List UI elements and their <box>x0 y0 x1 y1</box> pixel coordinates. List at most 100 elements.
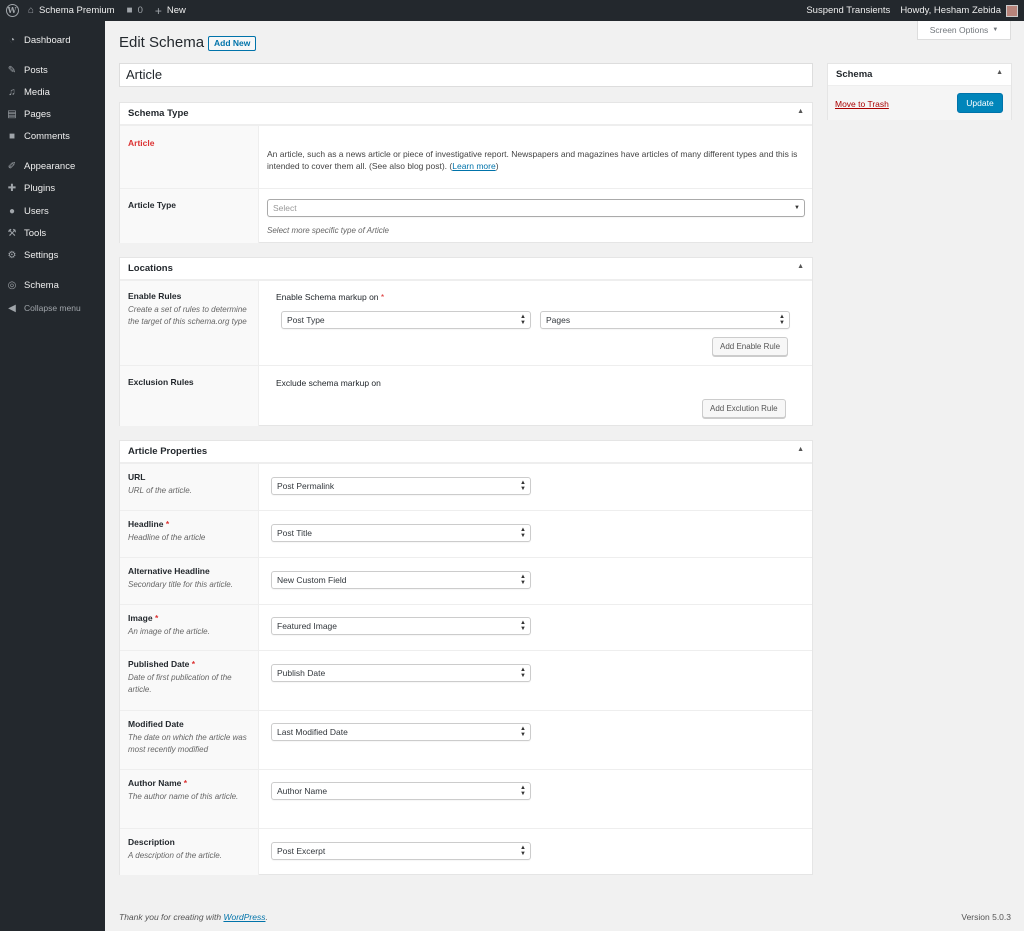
comments-count: 0 <box>137 5 143 16</box>
pages-icon: ▤ <box>7 108 17 120</box>
schema-type-box: Schema Type ▲ Article An article, such a… <box>119 102 813 243</box>
property-select-author-name[interactable]: Author Name ▲ ▼ <box>271 782 531 800</box>
post-title-input[interactable]: Article <box>119 63 813 87</box>
add-new-button[interactable]: Add New <box>208 36 257 51</box>
article-properties-header[interactable]: Article Properties ▲ <box>120 441 812 463</box>
pin-icon: ✎ <box>7 64 17 76</box>
sidebar-item-pages[interactable]: ▤ Pages <box>0 104 105 124</box>
locations-header[interactable]: Locations ▲ <box>120 258 812 280</box>
sidebar-item-dashboard[interactable]: ◔ Dashboard <box>0 30 105 50</box>
article-type-select[interactable]: Select ▼ <box>267 199 805 217</box>
select-arrows-icon: ▲ ▼ <box>520 845 526 857</box>
sidebar-item-schema[interactable]: ◎ Schema <box>0 275 105 295</box>
collapse-menu-button[interactable]: ◀ Collapse menu <box>0 298 105 318</box>
schema-type-description: An article, such as a news article or pi… <box>267 149 798 171</box>
plug-icon: ✚ <box>7 182 17 194</box>
suspend-transients-link[interactable]: Suspend Transients <box>806 0 890 21</box>
property-select-url[interactable]: Post Permalink ▲ ▼ <box>271 477 531 495</box>
property-description: A description of the article. <box>128 851 222 860</box>
property-label-text: Alternative Headline <box>128 566 210 576</box>
sidebar-item-comments[interactable]: ■ Comments <box>0 126 105 146</box>
rule-param-value: Post Type <box>287 315 325 325</box>
select-arrows-icon: ▲ ▼ <box>520 726 526 738</box>
required-asterisk: * <box>154 613 159 623</box>
label-column: URL URL of the article. <box>120 464 259 510</box>
property-label-text: Description <box>128 837 175 847</box>
sidebar-item-label: Media <box>24 86 50 98</box>
select-arrows-icon: ▲ ▼ <box>520 574 526 586</box>
my-account-link[interactable]: Howdy, Hesham Zebida <box>900 0 1024 21</box>
required-asterisk: * <box>380 292 385 302</box>
screen-options-button[interactable]: Screen Options ▼ <box>917 21 1011 40</box>
property-select-headline[interactable]: Post Title ▲ ▼ <box>271 524 531 542</box>
content-column: Post Excerpt ▲ ▼ <box>259 829 812 875</box>
property-description: The author name of this article. <box>128 792 239 801</box>
sidebar-item-label: Plugins <box>24 182 56 194</box>
property-select-modified-date[interactable]: Last Modified Date ▲ ▼ <box>271 723 531 741</box>
content-column: Featured Image ▲ ▼ <box>259 605 812 650</box>
property-select-published-date[interactable]: Publish Date ▲ ▼ <box>271 664 531 682</box>
site-name-label: Schema Premium <box>39 5 115 16</box>
comments-link[interactable]: ■ 0 <box>127 0 143 21</box>
label-column: Alternative Headline Secondary title for… <box>120 558 259 604</box>
enable-rules-row: Enable Rules Create a set of rules to de… <box>120 280 812 365</box>
learn-more-link[interactable]: Learn more <box>452 161 495 171</box>
content-column: Post Title ▲ ▼ <box>259 511 812 557</box>
box-title: Article Properties <box>128 446 208 457</box>
property-select-value: Last Modified Date <box>277 727 348 737</box>
sidebar-item-plugins[interactable]: ✚ Plugins <box>0 178 105 198</box>
property-description: Date of first publication of the article… <box>128 673 232 694</box>
property-select-value: Post Permalink <box>277 481 335 491</box>
content-column: Enable Schema markup on * Post Type ▲ ▼ P… <box>259 281 812 365</box>
rule-param-select[interactable]: Post Type ▲ ▼ <box>281 311 531 329</box>
sidebar-item-settings[interactable]: ⚙ Settings <box>0 245 105 265</box>
publish-box: Schema ▲ Move to Trash Update <box>827 63 1012 120</box>
required-asterisk: * <box>165 519 170 529</box>
sidebar-item-label: Pages <box>24 108 51 120</box>
enable-heading-text: Enable Schema markup on <box>276 292 379 302</box>
update-button[interactable]: Update <box>957 93 1003 113</box>
page-title: Edit Schema <box>119 34 205 51</box>
select-arrows-icon: ▲ ▼ <box>520 667 526 679</box>
wordpress-link[interactable]: WordPress <box>223 912 265 922</box>
content-column: Exclude schema markup on Add Exclution R… <box>259 366 812 426</box>
content-column: Last Modified Date ▲ ▼ <box>259 711 812 769</box>
new-content-link[interactable]: + New <box>155 0 186 21</box>
collapse-toggle-icon[interactable]: ▲ <box>797 263 804 270</box>
publish-box-header[interactable]: Schema ▲ <box>828 64 1011 86</box>
wordpress-logo-icon[interactable]: W <box>0 0 24 21</box>
required-asterisk: * <box>183 778 188 788</box>
sidebar-item-users[interactable]: ● Users <box>0 201 105 221</box>
content-column: Publish Date ▲ ▼ <box>259 651 812 710</box>
sidebar-item-media[interactable]: ♫ Media <box>0 82 105 102</box>
property-row-url: URL URL of the article. Post Permalink ▲… <box>120 463 812 510</box>
property-select-value: Featured Image <box>277 621 338 631</box>
property-select-alternative-headline[interactable]: New Custom Field ▲ ▼ <box>271 571 531 589</box>
admin-bar: W ⌂ Schema Premium ■ 0 + New Suspend Tra… <box>0 0 1024 21</box>
sidebar-item-appearance[interactable]: ✐ Appearance <box>0 156 105 176</box>
schema-type-header[interactable]: Schema Type ▲ <box>120 103 812 125</box>
rule-value-select[interactable]: Pages ▲ ▼ <box>540 311 790 329</box>
footer-thanks-text: Thank you for creating with <box>119 912 222 922</box>
move-to-trash-link[interactable]: Move to Trash <box>835 99 889 109</box>
property-label-text: URL <box>128 472 146 482</box>
content-column: New Custom Field ▲ ▼ <box>259 558 812 604</box>
collapse-toggle-icon[interactable]: ▲ <box>996 69 1003 76</box>
property-select-description[interactable]: Post Excerpt ▲ ▼ <box>271 842 531 860</box>
site-name-link[interactable]: ⌂ Schema Premium <box>28 0 115 21</box>
enable-rules-description: Create a set of rules to determine the t… <box>128 305 247 326</box>
collapse-toggle-icon[interactable]: ▲ <box>797 108 804 115</box>
select-arrows-icon: ▲ ▼ <box>520 480 526 492</box>
wrench-icon: ⚒ <box>7 227 17 239</box>
exclusion-heading: Exclude schema markup on <box>276 378 381 388</box>
exclusion-rules-label: Exclusion Rules <box>128 377 194 387</box>
sidebar-item-tools[interactable]: ⚒ Tools <box>0 223 105 243</box>
label-column: Article Type <box>120 189 259 243</box>
sidebar-item-posts[interactable]: ✎ Posts <box>0 60 105 80</box>
property-select-image[interactable]: Featured Image ▲ ▼ <box>271 617 531 635</box>
property-description: Secondary title for this article. <box>128 580 233 589</box>
add-exclusion-rule-button[interactable]: Add Exclution Rule <box>702 399 786 418</box>
add-enable-rule-button[interactable]: Add Enable Rule <box>712 337 789 356</box>
comment-icon: ■ <box>8 130 16 142</box>
collapse-toggle-icon[interactable]: ▲ <box>797 446 804 453</box>
